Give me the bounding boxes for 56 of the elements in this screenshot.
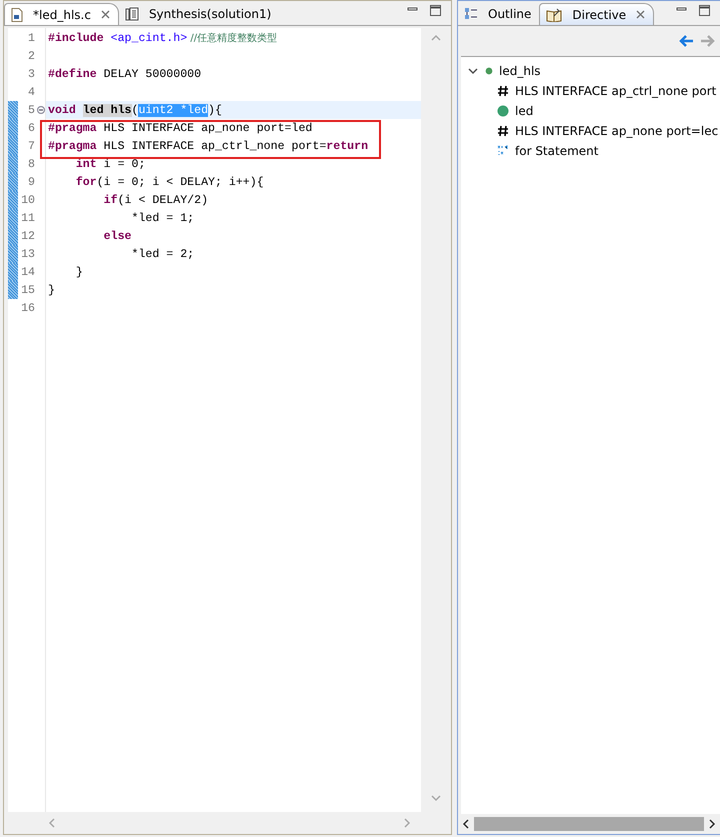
code-line: #pragma HLS INTERFACE ap_none port=led (48, 122, 312, 134)
outline-icon (464, 7, 478, 21)
line-number: 6 (27, 122, 36, 134)
code-line: } (48, 284, 55, 296)
back-arrow-icon[interactable] (678, 34, 694, 48)
function-dot-icon (485, 67, 493, 75)
code-line: #include <ap_cint.h> //任意精度整数类型 (48, 31, 278, 45)
scroll-left-icon[interactable] (462, 819, 470, 829)
line-number: 4 (27, 86, 36, 98)
line-number: 12 (20, 230, 36, 242)
line-number: 8 (27, 158, 36, 170)
code-line: if(i < DELAY/2) (102, 194, 208, 206)
line-number: 14 (20, 266, 36, 278)
line-number: 7 (27, 140, 36, 152)
tab[interactable]: Synthesis(solution1) (118, 3, 280, 25)
close-icon[interactable] (636, 10, 646, 19)
scrollbar-thumb[interactable] (474, 817, 704, 831)
code-line: void led hls(uint2 *led){ (48, 104, 222, 116)
hash-icon (497, 125, 509, 137)
loop-icon (497, 145, 509, 157)
line-number: 13 (20, 248, 36, 260)
line-number: 2 (27, 50, 36, 62)
tree-item[interactable]: for Statement (515, 144, 598, 158)
tree-item[interactable]: HLS INTERFACE ap_ctrl_none port (515, 84, 716, 98)
code-line: *led = 2; (130, 248, 194, 260)
code-line: for(i = 0; i < DELAY; i++){ (74, 176, 264, 188)
tab[interactable]: Outline (458, 3, 540, 25)
code-line: #define DELAY 50000000 (48, 68, 202, 80)
tree-item[interactable]: led_hls (499, 64, 541, 78)
line-number: 9 (27, 176, 36, 188)
close-icon[interactable] (100, 10, 110, 19)
hash-icon (497, 85, 509, 97)
code-line: else (102, 230, 132, 242)
tab[interactable]: Directive (539, 3, 654, 25)
scroll-right-icon[interactable] (708, 819, 716, 829)
line-number: 1 (27, 32, 36, 44)
collapse-icon[interactable] (37, 106, 45, 114)
line-number: 15 (20, 284, 36, 296)
line-number: 5 (27, 104, 36, 116)
line-number: 16 (20, 302, 36, 314)
code-line: } (74, 266, 83, 278)
c-file-icon (11, 8, 23, 22)
line-number: 3 (27, 68, 36, 80)
maximize-icon[interactable] (699, 4, 710, 16)
code-line: int i = 0; (74, 158, 146, 170)
tab[interactable]: *led_hls.c (4, 3, 119, 25)
dot-icon (497, 105, 509, 117)
line-number: 11 (20, 212, 36, 224)
line-number: 10 (20, 194, 36, 206)
code-line: *led = 1; (130, 212, 194, 224)
tree-item[interactable]: HLS INTERFACE ap_none port=lec (515, 124, 718, 138)
tree-item[interactable]: led (515, 104, 534, 118)
book-icon (546, 8, 562, 22)
document-stack-icon (124, 7, 139, 21)
maximize-icon[interactable] (430, 4, 441, 16)
code-line: #pragma HLS INTERFACE ap_ctrl_none port=return (48, 140, 368, 152)
